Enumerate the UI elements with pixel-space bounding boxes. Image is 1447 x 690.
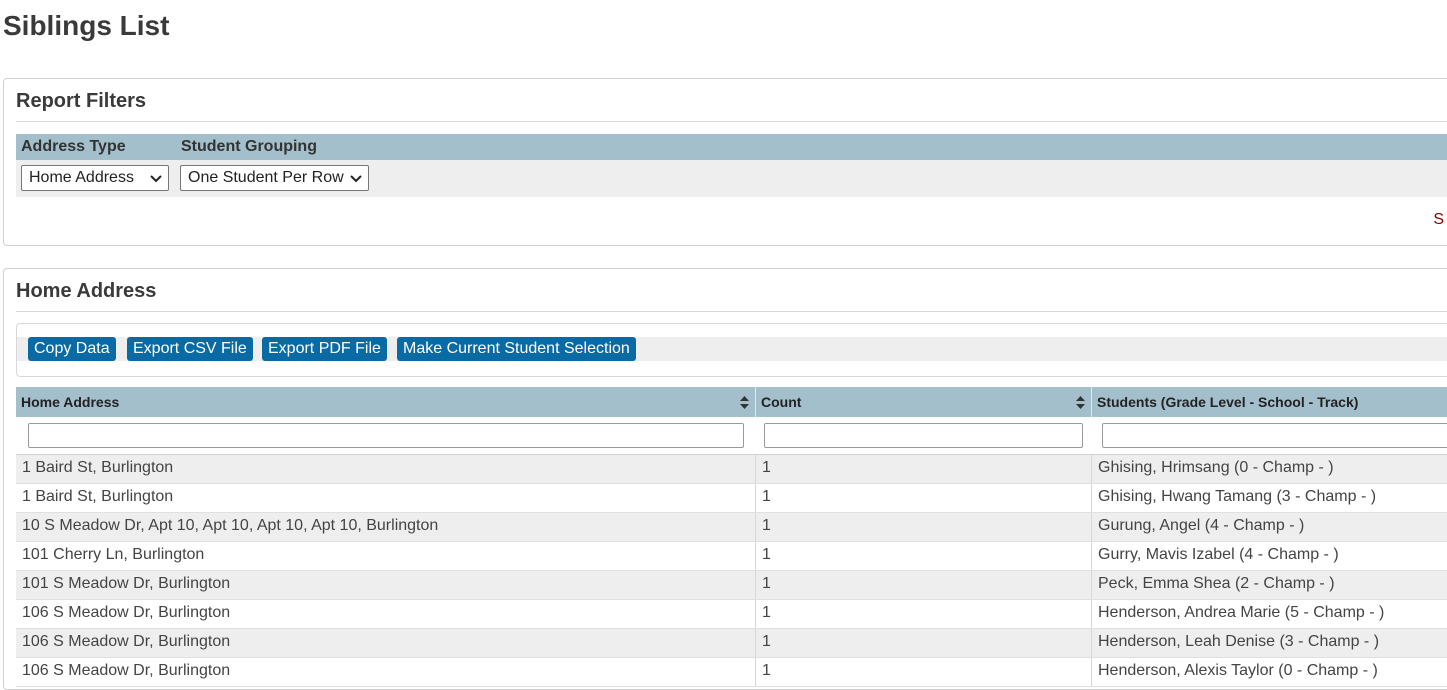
- table-row[interactable]: 106 S Meadow Dr, Burlington 1 Henderson, A…: [16, 658, 1447, 687]
- column-header-count[interactable]: Count: [756, 387, 1092, 417]
- filter-header-row: Address Type Student Grouping: [16, 134, 1447, 160]
- count-cell: 1: [756, 571, 1092, 599]
- home-address-cell: 1 Baird St, Burlington: [16, 455, 756, 483]
- make-student-selection-button[interactable]: Make Current Student Selection: [397, 337, 636, 361]
- students-cell: Ghising, Hrimsang (0 - Champ - ): [1098, 459, 1334, 476]
- students-cell: Henderson, Alexis Taylor (0 - Champ - ): [1098, 662, 1378, 679]
- count-cell: 1: [756, 455, 1092, 483]
- address-type-select[interactable]: Home Address: [21, 165, 169, 191]
- students-cell: Peck, Emma Shea (2 - Champ - ): [1098, 575, 1335, 592]
- page-title: Siblings List: [3, 10, 170, 41]
- table-row[interactable]: 1 Baird St, Burlington 1 Ghising, Hwang Ta…: [16, 484, 1447, 513]
- home-address-title: Home Address: [16, 280, 157, 302]
- sort-icon: [740, 396, 749, 409]
- table-row[interactable]: 101 S Meadow Dr, Burlington 1 Peck, Emma S…: [16, 571, 1447, 600]
- students-filter-input[interactable]: [1102, 423, 1447, 448]
- home-address-cell: 101 Cherry Ln, Burlington: [16, 542, 756, 570]
- count-cell: 1: [756, 542, 1092, 570]
- divider: [16, 121, 1447, 122]
- home-address-cell: 106 S Meadow Dr, Burlington: [16, 658, 756, 686]
- student-grouping-select-value: One Student Per Row: [188, 169, 344, 186]
- table-row[interactable]: 10 S Meadow Dr, Apt 10, Apt 10, Apt 10, …: [16, 513, 1447, 542]
- divider: [16, 311, 1447, 312]
- count-cell: 1: [756, 658, 1092, 686]
- student-grouping-select[interactable]: One Student Per Row: [180, 165, 369, 191]
- table-row[interactable]: 106 S Meadow Dr, Burlington 1 Henderson, L…: [16, 629, 1447, 658]
- column-header-students[interactable]: Students (Grade Level - School - Track): [1092, 387, 1447, 417]
- students-cell: Gurry, Mavis Izabel (4 - Champ - ): [1098, 546, 1339, 563]
- home-address-panel: Home Address Copy Data Export CSV File E…: [3, 268, 1447, 690]
- count-cell: 1: [756, 484, 1092, 512]
- table-body: 1 Baird St, Burlington 1 Ghising, Hrimsang…: [16, 455, 1447, 687]
- column-header-label: Students (Grade Level - School - Track): [1097, 394, 1359, 410]
- table-row[interactable]: 1 Baird St, Burlington 1 Ghising, Hrimsang…: [16, 455, 1447, 484]
- export-pdf-button[interactable]: Export PDF File: [262, 337, 387, 361]
- count-cell: 1: [756, 513, 1092, 541]
- students-cell: Henderson, Andrea Marie (5 - Champ - ): [1098, 604, 1385, 621]
- home-address-cell: 10 S Meadow Dr, Apt 10, Apt 10, Apt 10, …: [16, 513, 756, 541]
- home-address-cell: 106 S Meadow Dr, Burlington: [16, 629, 756, 657]
- table-row[interactable]: 106 S Meadow Dr, Burlington 1 Henderson, A…: [16, 600, 1447, 629]
- table-header: Home Address Count Students (Grade Level…: [16, 387, 1447, 417]
- report-filters-title: Report Filters: [16, 90, 147, 112]
- export-csv-button[interactable]: Export CSV File: [127, 337, 253, 361]
- address-type-select-value: Home Address: [29, 169, 134, 186]
- report-filters-panel: Report Filters Address Type Student Grou…: [3, 78, 1447, 246]
- home-address-cell: 106 S Meadow Dr, Burlington: [16, 600, 756, 628]
- students-cell: Gurung, Angel (4 - Champ - ): [1098, 517, 1305, 534]
- sort-icon: [1076, 396, 1085, 409]
- column-header-label: Home Address: [21, 394, 120, 410]
- address-type-label: Address Type: [21, 138, 126, 155]
- student-grouping-label: Student Grouping: [181, 138, 317, 155]
- chevron-down-icon: [350, 175, 362, 183]
- column-filter-row: [16, 417, 1447, 455]
- students-cell: Henderson, Leah Denise (3 - Champ - ): [1098, 633, 1380, 650]
- cutoff-link-text[interactable]: S: [1433, 211, 1444, 229]
- students-cell: Ghising, Hwang Tamang (3 - Champ - ): [1098, 488, 1377, 505]
- count-cell: 1: [756, 600, 1092, 628]
- column-header-label: Count: [761, 394, 802, 410]
- filter-controls-row: Home Address One Student Per Row: [16, 160, 1447, 197]
- chevron-down-icon: [150, 175, 162, 183]
- count-filter-input[interactable]: [764, 423, 1083, 448]
- copy-data-button[interactable]: Copy Data: [28, 337, 116, 361]
- home-address-cell: 1 Baird St, Burlington: [16, 484, 756, 512]
- table-row[interactable]: 101 Cherry Ln, Burlington 1 Gurry, Mavis I…: [16, 542, 1447, 571]
- column-header-home-address[interactable]: Home Address: [16, 387, 756, 417]
- export-toolbar: Copy Data Export CSV File Export PDF Fil…: [16, 323, 1447, 377]
- count-cell: 1: [756, 629, 1092, 657]
- home-address-filter-input[interactable]: [28, 423, 744, 448]
- home-address-cell: 101 S Meadow Dr, Burlington: [16, 571, 756, 599]
